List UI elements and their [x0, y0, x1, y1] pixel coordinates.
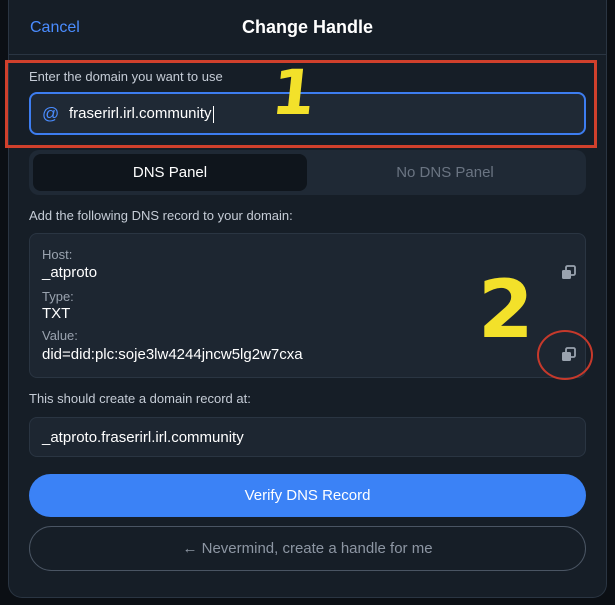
result-record-value: _atproto.fraserirl.irl.community: [42, 429, 244, 446]
annotation-number-two: 2: [478, 263, 534, 356]
result-record-field: _atproto.fraserirl.irl.community: [29, 417, 586, 457]
annotation-circle: [537, 330, 593, 380]
nevermind-button[interactable]: ← Nevermind, create a handle for me: [29, 526, 586, 571]
tab-dns-panel[interactable]: DNS Panel: [33, 154, 307, 191]
dialog-title: Change Handle: [241, 17, 374, 37]
domain-field-label: Enter the domain you want to use: [29, 69, 223, 84]
domain-input-value: fraserirl.irl.community: [69, 105, 214, 123]
dialog-header: Cancel Change Handle: [9, 0, 606, 55]
copy-host-icon[interactable]: [561, 265, 577, 281]
annotation-number-one: 1: [268, 56, 320, 129]
value-value: did=did:plc:soje3lw4244jncw5lg2w7cxa: [42, 346, 303, 363]
dns-tab-switcher: DNS Panel No DNS Panel: [29, 150, 586, 195]
dns-instructions: Add the following DNS record to your dom…: [29, 208, 293, 223]
host-value: _atproto: [42, 264, 98, 281]
value-label: Value:: [42, 328, 78, 343]
host-label: Host:: [42, 247, 73, 262]
at-icon: @: [42, 104, 60, 123]
verify-dns-button[interactable]: Verify DNS Record: [29, 474, 586, 517]
type-label: Type:: [42, 289, 74, 304]
type-value: TXT: [42, 305, 71, 322]
result-label: This should create a domain record at:: [29, 391, 251, 406]
tab-no-dns-panel[interactable]: No DNS Panel: [308, 154, 582, 191]
